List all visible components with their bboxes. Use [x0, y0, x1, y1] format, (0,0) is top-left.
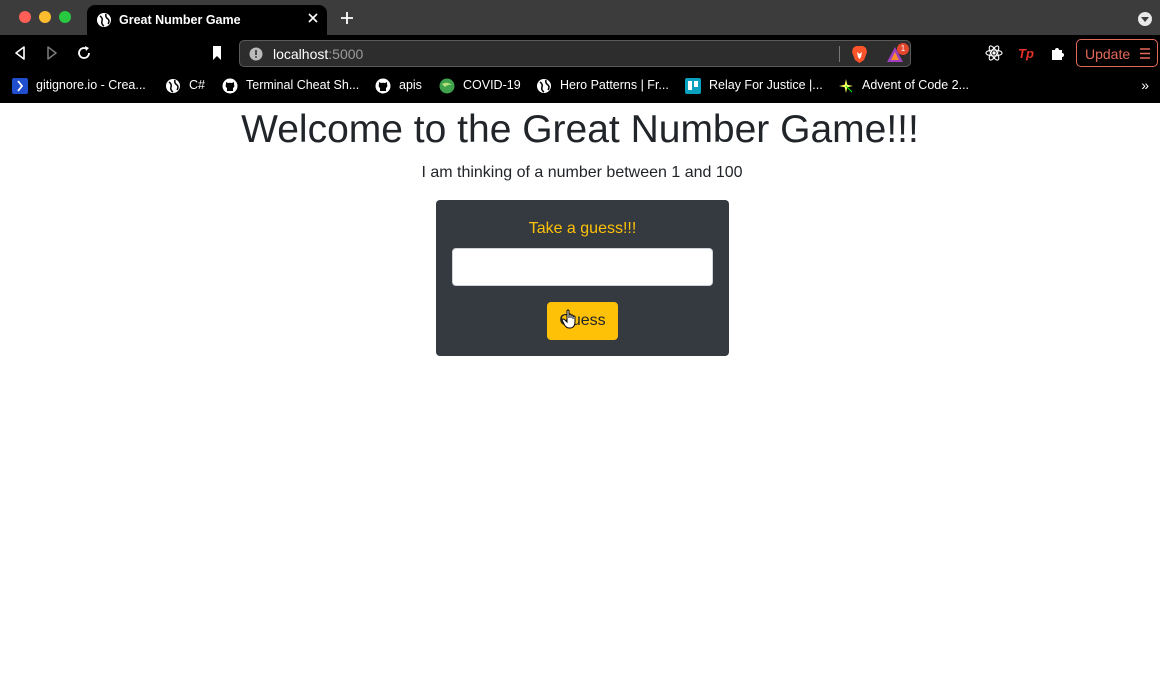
window-close-button[interactable] — [19, 11, 31, 23]
guess-prompt: Take a guess!!! — [528, 220, 637, 237]
close-tab-icon[interactable] — [305, 10, 321, 26]
globe-icon — [97, 13, 111, 27]
trello-icon — [685, 78, 701, 94]
covid-icon — [439, 78, 455, 94]
browser-tab-strip: Great Number Game — [0, 0, 1160, 35]
window-zoom-button[interactable] — [59, 11, 71, 23]
bookmark-label: COVID-19 — [463, 78, 521, 92]
bookmarks-overflow-button[interactable]: » — [1141, 77, 1149, 93]
hand-cursor-icon — [561, 309, 576, 329]
tab-search-icon[interactable] — [1138, 12, 1152, 26]
guess-input[interactable] — [452, 248, 713, 286]
bookmark-label: gitignore.io - Crea... — [36, 78, 146, 92]
window-minimize-button[interactable] — [39, 11, 51, 23]
address-url: localhost:5000 — [273, 46, 363, 62]
bookmarks-bar: gitignore.io - Crea... C# Terminal Cheat… — [0, 71, 1160, 103]
gitignore-icon — [12, 78, 28, 94]
back-icon[interactable] — [11, 44, 29, 62]
tab-title: Great Number Game — [119, 13, 241, 27]
bookmark-label: Hero Patterns | Fr... — [560, 78, 669, 92]
bookmark-label: Advent of Code 2... — [862, 78, 970, 92]
page-content: Welcome to the Great Number Game!!! I am… — [0, 103, 1160, 699]
address-divider — [839, 46, 840, 62]
active-tab[interactable]: Great Number Game — [87, 5, 327, 35]
bookmark-label: Terminal Cheat Sh... — [246, 78, 360, 92]
tp-extension-icon[interactable]: Tp — [1017, 44, 1035, 62]
svg-text:Tp: Tp — [1018, 46, 1034, 61]
react-devtools-icon[interactable] — [985, 44, 1003, 62]
browser-toolbar: localhost:5000 1 Tp Update — [0, 35, 1160, 71]
rewards-badge: 1 — [897, 43, 909, 55]
extensions-puzzle-icon[interactable] — [1049, 44, 1067, 62]
bookmark-label: Relay For Justice |... — [709, 78, 823, 92]
site-info-icon[interactable] — [249, 47, 263, 61]
new-tab-icon[interactable] — [339, 10, 355, 26]
address-host: localhost — [273, 46, 329, 62]
bookmark-label: apis — [399, 78, 422, 92]
bookmark-icon[interactable] — [208, 44, 226, 62]
star-icon — [839, 79, 853, 93]
github-icon — [222, 78, 238, 94]
page-subtitle: I am thinking of a number between 1 and … — [421, 164, 743, 181]
guess-button[interactable]: Guess — [547, 302, 618, 340]
page-title: Welcome to the Great Number Game!!! — [241, 108, 919, 151]
update-label: Update — [1085, 46, 1131, 62]
brave-shields-icon[interactable] — [851, 45, 868, 64]
bookmark-label: C# — [189, 78, 205, 92]
forward-icon[interactable] — [43, 44, 61, 62]
reload-icon[interactable] — [75, 44, 93, 62]
address-port: :5000 — [328, 46, 364, 62]
address-bar[interactable]: localhost:5000 1 — [239, 40, 911, 67]
update-button[interactable]: Update — [1076, 39, 1158, 67]
guess-form: Take a guess!!! Guess — [436, 200, 729, 356]
github-icon — [375, 78, 391, 94]
globe-icon — [537, 79, 551, 93]
menu-icon — [1140, 48, 1150, 59]
globe-icon — [166, 79, 180, 93]
